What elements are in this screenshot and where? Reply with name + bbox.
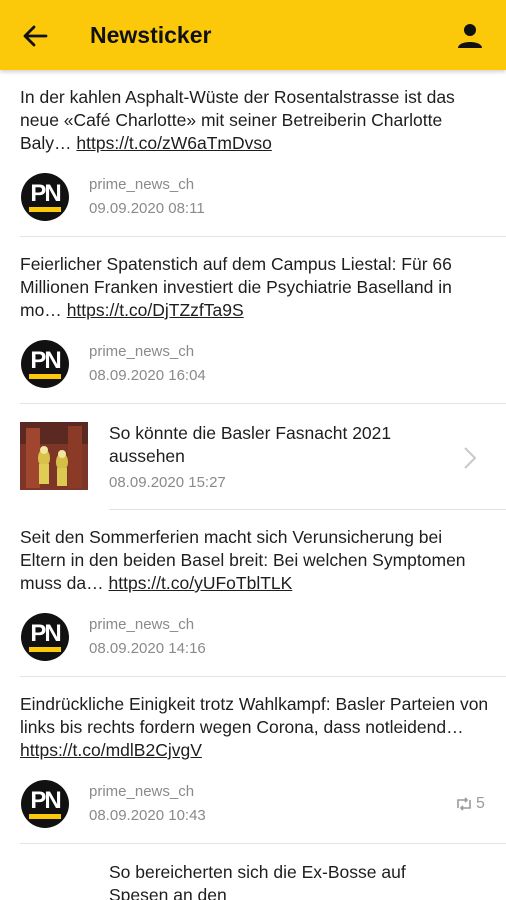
tweet-item[interactable]: Feierlicher Spatenstich auf dem Campus L…: [0, 237, 506, 404]
news-feed: In der kahlen Asphalt-Wüste der Rosental…: [0, 70, 506, 900]
retweet-count: 5: [455, 795, 485, 813]
prime-news-logo: PN: [21, 340, 69, 388]
article-title: So bereicherten sich die Ex-Bosse auf Sp…: [109, 862, 406, 900]
article-thumbnail: [20, 422, 88, 490]
person-icon[interactable]: [455, 21, 485, 51]
tweet-text: In der kahlen Asphalt-Wüste der Rosental…: [20, 87, 455, 153]
tweet-username: prime_news_ch: [89, 616, 195, 633]
tweet-link[interactable]: https://t.co/mdlB2CjvgV: [20, 740, 202, 760]
app-bar: Newsticker: [0, 0, 506, 70]
chevron-right-icon[interactable]: [463, 446, 477, 470]
article-title: So könnte die Basler Fasnacht 2021 ausse…: [109, 423, 392, 466]
prime-news-logo: PN: [21, 173, 69, 221]
tweet-link[interactable]: https://t.co/zW6aTmDvso: [76, 133, 271, 153]
article-date: 08.09.2020 15:27: [109, 474, 226, 491]
tweet-text: Feierlicher Spatenstich auf dem Campus L…: [20, 254, 452, 320]
tweet-link[interactable]: https://t.co/DjTZzfTa9S: [67, 300, 244, 320]
page-title: Newsticker: [90, 22, 212, 48]
tweet-item[interactable]: Eindrückliche Einigkeit trotz Wahlkampf:…: [0, 677, 506, 844]
tweet-item[interactable]: In der kahlen Asphalt-Wüste der Rosental…: [0, 70, 506, 237]
tweet-date: 08.09.2020 14:16: [89, 640, 206, 657]
tweet-item[interactable]: Seit den Sommerferien macht sich Verunsi…: [0, 510, 506, 677]
tweet-date: 08.09.2020 10:43: [89, 807, 206, 824]
retweet-icon: [457, 797, 471, 811]
article-item[interactable]: So bereicherten sich die Ex-Bosse auf Sp…: [0, 844, 506, 900]
prime-news-logo: PN: [21, 613, 69, 661]
tweet-text: Seit den Sommerferien macht sich Verunsi…: [20, 527, 466, 593]
tweet-username: prime_news_ch: [89, 343, 195, 360]
tweet-date: 08.09.2020 16:04: [89, 367, 206, 384]
prime-news-logo: PN: [21, 780, 69, 828]
tweet-text: Eindrückliche Einigkeit trotz Wahlkampf:…: [20, 694, 489, 760]
arrow-left-icon[interactable]: [20, 21, 50, 51]
tweet-date: 09.09.2020 08:11: [89, 200, 205, 217]
tweet-link[interactable]: https://t.co/yUFoTblTLK: [109, 573, 293, 593]
tweet-username: prime_news_ch: [89, 783, 195, 800]
tweet-username: prime_news_ch: [89, 176, 195, 193]
article-item[interactable]: So könnte die Basler Fasnacht 2021 ausse…: [0, 404, 506, 510]
